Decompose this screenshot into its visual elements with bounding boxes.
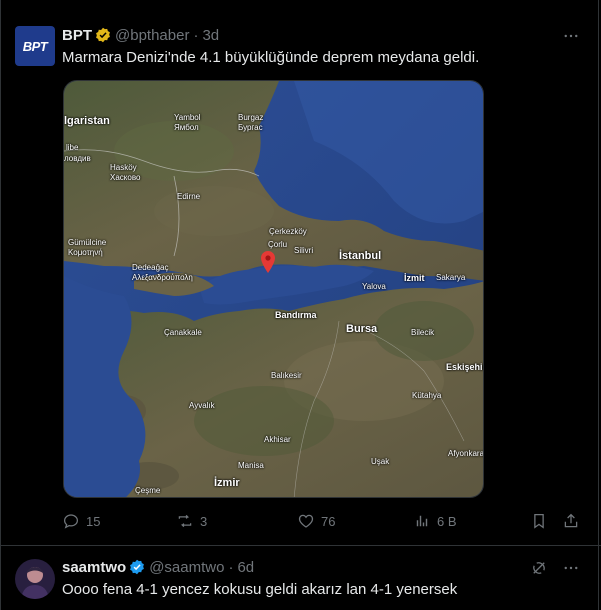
- separator-dot: ·: [228, 558, 234, 576]
- map-label-yambol: Yambol: [174, 113, 201, 122]
- map-label-izmit: İzmit: [404, 273, 425, 283]
- like-count: 76: [321, 513, 336, 529]
- like-button[interactable]: 76: [297, 512, 335, 530]
- map-label-silivri: Silivri: [294, 246, 314, 255]
- map-label-dedeagac: Dedeağaç: [132, 263, 169, 272]
- timestamp[interactable]: 6d: [237, 559, 254, 576]
- reply-icon: [63, 514, 79, 529]
- map-label-afyon: Afyonkarahi: [448, 449, 484, 458]
- tweet-header: saamtwo @saamtwo · 6d: [62, 557, 254, 577]
- views-count: 6 B: [437, 513, 457, 529]
- avatar-logo-text: BPT: [22, 38, 48, 54]
- more-options-icon[interactable]: [561, 558, 581, 578]
- heart-icon: [298, 514, 314, 528]
- map-label-ayvalik: Ayvalık: [189, 401, 215, 410]
- map-label-gumulcine: Gümülcine: [68, 238, 107, 247]
- map-label-bandirma: Bandırma: [275, 310, 317, 320]
- map-label-burgaz-bg: Бургас: [238, 123, 263, 132]
- share-icon: [564, 513, 578, 528]
- tweet-text: Marmara Denizi'nde 4.1 büyüklüğünde depr…: [62, 49, 480, 66]
- verified-blue-icon: [130, 559, 145, 575]
- separator-dot: ·: [193, 26, 199, 44]
- map-label-usak: Uşak: [371, 457, 390, 466]
- map-label-cerkezkoy: Çerkezköy: [269, 227, 307, 236]
- map-label-balikesir: Balıkesir: [271, 371, 302, 380]
- map-label-haskovo: Hasköy: [110, 163, 137, 172]
- map-label-gumulcine-gr: Κομοτηνή: [68, 248, 103, 257]
- map-label-burgaz: Burgaz: [238, 113, 264, 122]
- repost-count: 3: [200, 513, 208, 529]
- display-name[interactable]: BPT: [62, 27, 92, 44]
- more-options-icon[interactable]: [561, 26, 581, 46]
- map-label-cesme: Çeşme: [135, 486, 161, 495]
- tweet-text: Oooo fena 4-1 yencez kokusu geldi akarız…: [62, 581, 458, 598]
- map-label-eskisehir: Eskişehir: [446, 362, 484, 372]
- timestamp[interactable]: 3d: [202, 27, 219, 44]
- reply-button[interactable]: 15: [62, 512, 100, 530]
- map-label-corlu: Çorlu: [268, 240, 288, 249]
- map-label-bursa: Bursa: [346, 323, 378, 335]
- map-label-yambol-bg: Ямбол: [174, 123, 199, 132]
- map-label-kutahya: Kütahya: [412, 391, 442, 400]
- location-pin-icon: [261, 251, 275, 273]
- avatar[interactable]: BPT: [15, 26, 55, 66]
- map-label-dedeagac-gr: Αλεξανδρούπολη: [132, 273, 193, 282]
- map-label-bilecik: Bilecik: [411, 328, 435, 337]
- tweet-bpt[interactable]: BPT BPT @bpthaber · 3d Marmara Denizi'nd…: [0, 0, 601, 546]
- share-button[interactable]: [562, 512, 586, 530]
- bookmark-button[interactable]: [530, 512, 554, 530]
- map-label-akhisar: Akhisar: [264, 435, 291, 444]
- tweet-saamtwo[interactable]: saamtwo @saamtwo · 6d Oooo fena 4-1 yenc…: [0, 546, 601, 610]
- map-label-yalova: Yalova: [362, 282, 386, 291]
- avatar[interactable]: [15, 559, 55, 599]
- repost-icon: [178, 514, 192, 528]
- avatar-photo: [15, 559, 55, 599]
- map-label-bulgaristan: lgaristan: [64, 115, 110, 127]
- map-label-libe: libe: [66, 143, 79, 152]
- map-label-haskovo-bg: Хасково: [110, 173, 141, 182]
- map-label-canakkale: Çanakkale: [164, 328, 202, 337]
- bookmark-icon: [534, 513, 544, 529]
- map-label-istanbul: İstanbul: [339, 250, 382, 262]
- tweet-header: BPT @bpthaber · 3d: [62, 25, 219, 45]
- grok-icon[interactable]: [529, 558, 549, 578]
- map-label-manisa: Manisa: [238, 461, 264, 470]
- map-label-edirne: Edirne: [177, 192, 201, 201]
- tweet-actions: 15 3 76 6 B: [0, 512, 601, 532]
- map-image[interactable]: lgaristan libe ловдив Yambol Ямбол Burga…: [63, 80, 484, 498]
- repost-button[interactable]: 3: [176, 512, 207, 530]
- map-label-plovdiv: ловдив: [64, 154, 91, 163]
- map-label-izmir: İzmir: [214, 477, 240, 489]
- verified-gold-icon: [96, 27, 110, 43]
- views-button[interactable]: 6 B: [413, 512, 457, 530]
- views-chart-icon: [416, 515, 428, 527]
- handle[interactable]: @bpthaber: [115, 27, 189, 44]
- display-name[interactable]: saamtwo: [62, 559, 126, 576]
- map-label-sakarya: Sakarya: [436, 273, 466, 282]
- reply-count: 15: [86, 513, 101, 529]
- handle[interactable]: @saamtwo: [149, 559, 224, 576]
